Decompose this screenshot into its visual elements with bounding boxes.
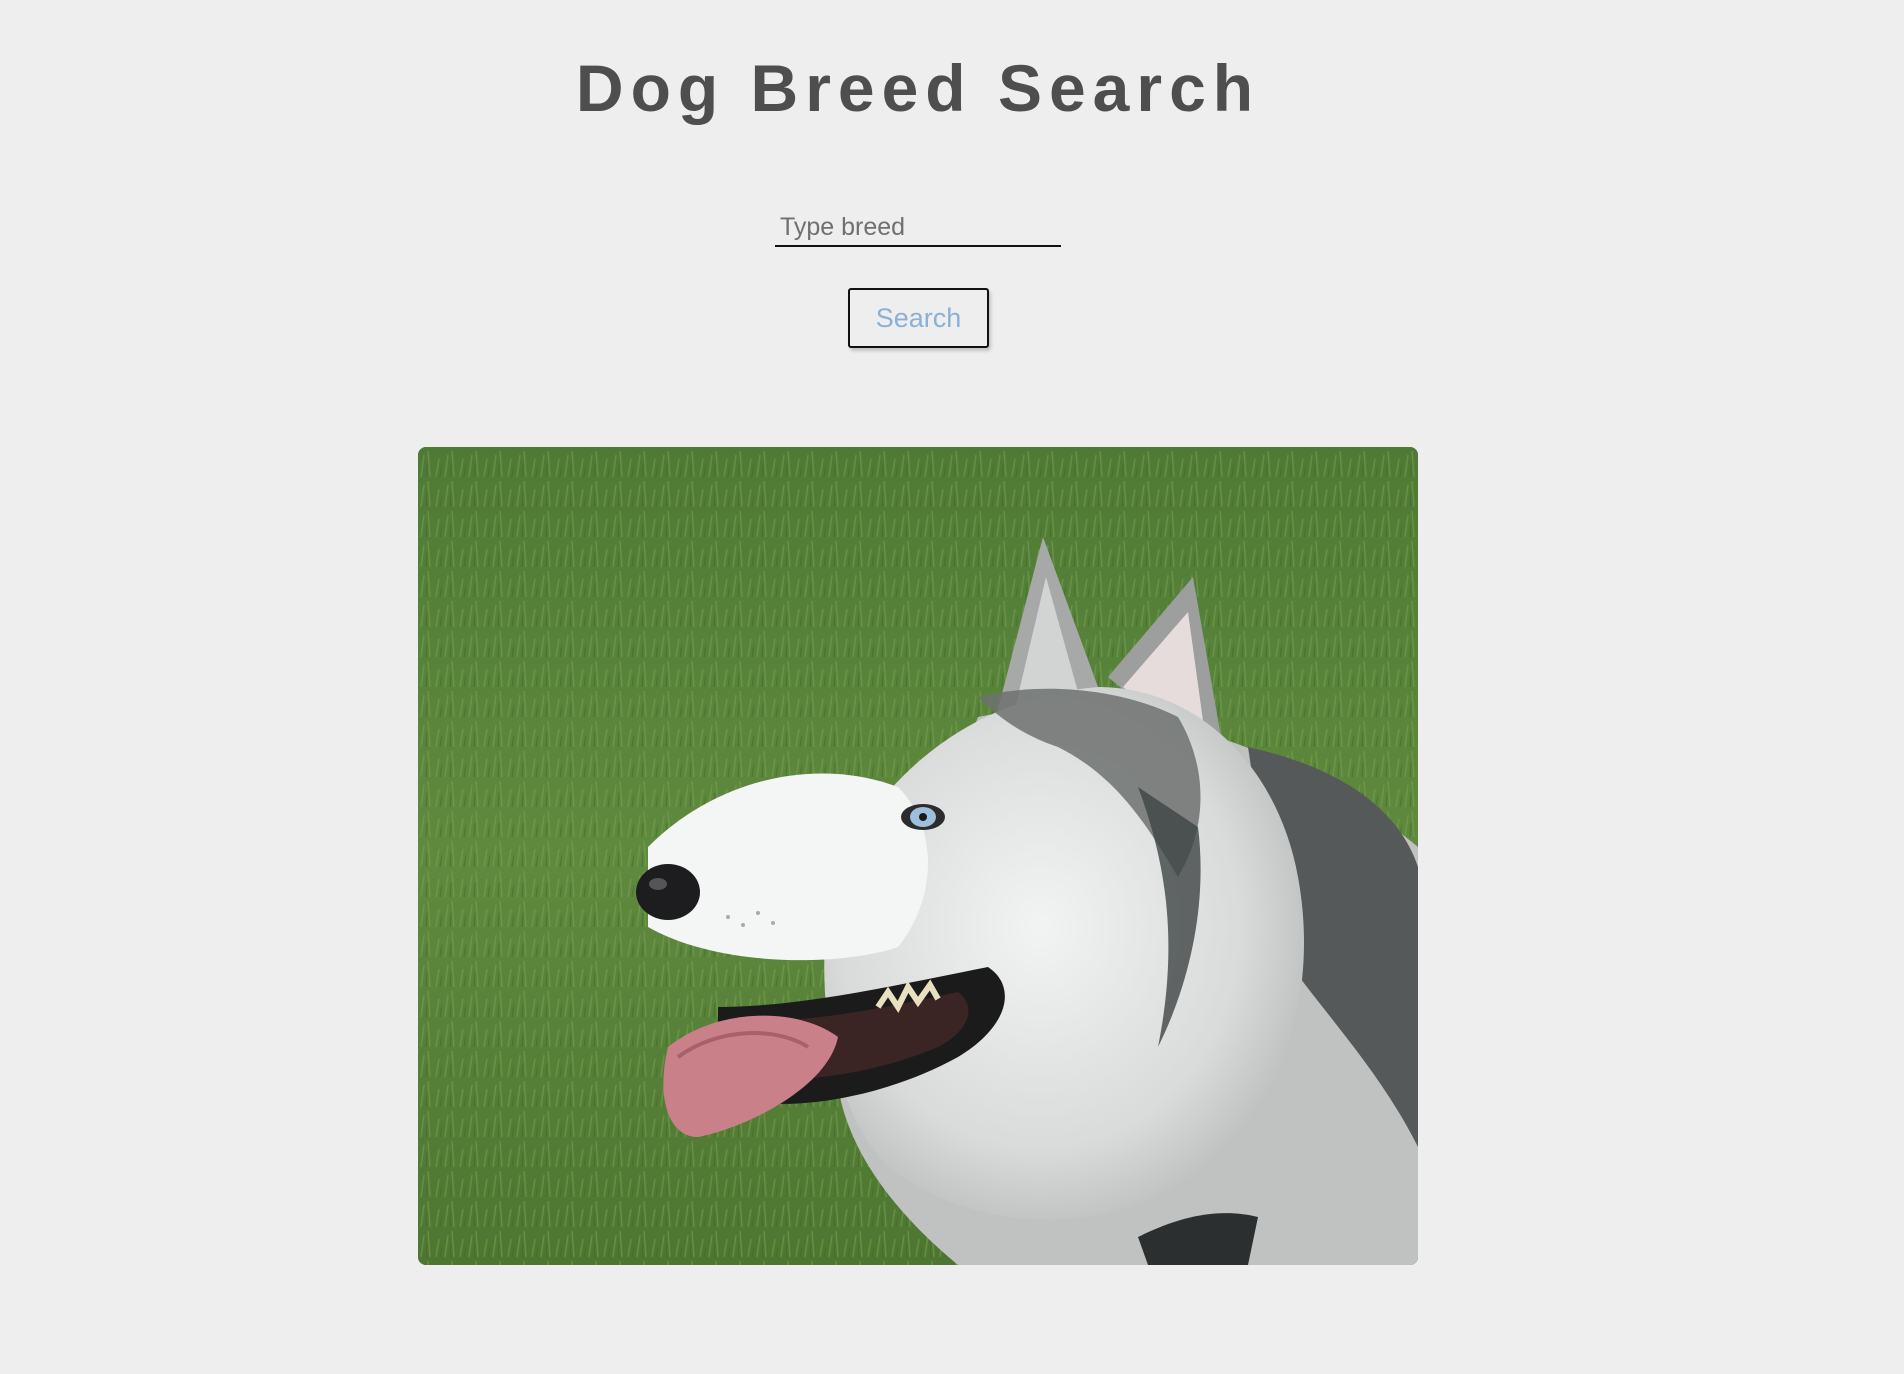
search-button[interactable]: Search xyxy=(848,288,989,348)
husky-photo-icon xyxy=(418,447,1418,1265)
page-title: Dog Breed Search xyxy=(575,51,1261,125)
page: Dog Breed Search Search xyxy=(0,0,1904,1374)
breed-search-input[interactable] xyxy=(775,209,1061,247)
dog-photo xyxy=(418,447,1418,1265)
